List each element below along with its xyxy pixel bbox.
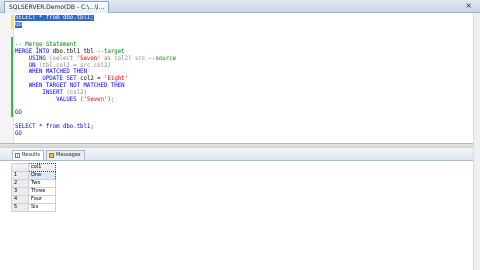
code-line[interactable]	[15, 35, 470, 42]
table-cell[interactable]: Two	[28, 179, 56, 188]
code-token: ('Seven')	[80, 96, 111, 103]
code-token: WHEN MATCHED THEN	[15, 69, 87, 76]
code-line[interactable]: WHEN MATCHED THEN	[15, 69, 470, 76]
code-token: GO	[15, 110, 22, 117]
code-token: GO	[15, 130, 22, 137]
code-token: (col2)	[66, 89, 87, 96]
code-line[interactable]	[15, 117, 470, 124]
unsaved-change-marker	[11, 37, 13, 117]
code-token: SELECT * from dbo.tbl1;	[15, 123, 94, 130]
code-token: SELECT * from dbo.tbl1;	[15, 15, 94, 21]
code-token: ON	[15, 62, 39, 69]
code-line[interactable]: SELECT * from dbo.tbl1;	[15, 15, 470, 22]
code-line[interactable]: USING (select 'Seven' as col2) src --sou…	[15, 56, 470, 63]
grid-header-row: col1	[11, 163, 56, 172]
code-token: as col2) src	[100, 55, 149, 62]
results-tab-strip: Results Messages	[0, 148, 480, 161]
code-line[interactable]: GO	[15, 21, 470, 29]
tab-messages-label: Messages	[56, 152, 81, 158]
code-token: --source	[148, 55, 176, 62]
code-token: ;	[110, 96, 115, 103]
code-line[interactable]: MERGE INTO dbo.tbl1 tbl --target	[15, 49, 470, 56]
table-cell[interactable]: One	[28, 171, 56, 180]
document-tab-bar: SQLSERVER.Demo(DB - C:\...\l... ×	[0, 0, 480, 13]
row-number-cell[interactable]: 3	[11, 187, 29, 196]
code-token: -- Merge Statement	[15, 42, 77, 49]
table-row[interactable]: 3 Three	[11, 187, 56, 196]
row-number-cell[interactable]: 1	[11, 171, 29, 180]
document-tab[interactable]: SQLSERVER.Demo(DB - C:\...\l...	[4, 1, 110, 13]
tab-results-label: Results	[22, 152, 41, 158]
code-line[interactable]: GO	[15, 131, 470, 138]
code-line[interactable]: INSERT (col2)	[15, 90, 470, 97]
code-token: (tbl.col2 = src.col2)	[38, 62, 111, 69]
code-token: VALUES	[15, 96, 81, 103]
messages-icon	[49, 153, 54, 158]
results-pane: Results Messages col1 1 One 2 Two 3 Three 4 Fou…	[0, 148, 480, 270]
code-token: 'Eight'	[104, 76, 129, 83]
vertical-scrollbar[interactable]	[473, 13, 480, 270]
code-line[interactable]: UPDATE SET col2 = 'Eight'	[15, 76, 470, 83]
code-line[interactable]	[15, 103, 470, 110]
code-line[interactable]: VALUES ('Seven');	[15, 97, 470, 104]
row-number-cell[interactable]: 4	[11, 195, 29, 204]
code-line[interactable]: WHEN TARGET NOT MATCHED THEN	[15, 83, 470, 90]
code-token: GO	[15, 21, 22, 28]
table-cell[interactable]: Six	[28, 203, 56, 212]
code-line[interactable]: -- Merge Statement	[15, 42, 470, 49]
code-line[interactable]: ON (tbl.col2 = src.col2)	[15, 63, 470, 70]
table-row[interactable]: 5 Six	[11, 203, 56, 212]
table-row[interactable]: 4 Four	[11, 195, 56, 204]
code-token: --target	[97, 48, 125, 55]
code-token: WHEN TARGET NOT MATCHED THEN	[15, 82, 125, 89]
code-token: dbo.tbl1 tbl	[52, 48, 98, 55]
query-editor[interactable]: SELECT * from dbo.tbl1; GO -- Merge Statem…	[0, 13, 480, 143]
results-grid[interactable]: col1 1 One 2 Two 3 Three 4 Four 5 Six	[11, 163, 56, 212]
tab-results[interactable]: Results	[12, 150, 45, 160]
grid-icon	[15, 153, 20, 158]
close-icon[interactable]: ×	[465, 0, 472, 11]
code-line[interactable]: SELECT * from dbo.tbl1;	[15, 124, 470, 131]
row-number-cell[interactable]: 5	[11, 203, 29, 212]
code-line[interactable]: GO	[15, 110, 470, 117]
table-row[interactable]: 1 One	[11, 171, 56, 180]
table-cell[interactable]: Four	[28, 195, 56, 204]
code-token: UPDATE SET	[15, 76, 81, 83]
code-token: INSERT	[15, 89, 67, 96]
code-token: (select	[49, 55, 77, 62]
grid-corner-cell[interactable]	[11, 163, 29, 172]
table-row[interactable]: 2 Two	[11, 179, 56, 188]
tab-messages[interactable]: Messages	[46, 150, 85, 160]
table-cell[interactable]: Three	[28, 187, 56, 196]
row-number-cell[interactable]: 2	[11, 179, 29, 188]
code-line[interactable]	[15, 29, 470, 36]
column-header-col1[interactable]: col1	[28, 163, 56, 172]
code-token: col2 =	[80, 76, 105, 83]
code-token: 'Seven'	[76, 55, 101, 62]
code-token: MERGE INTO	[15, 48, 53, 55]
saved-change-marker	[11, 15, 13, 29]
code-token: USING	[15, 55, 50, 62]
code-lines[interactable]: SELECT * from dbo.tbl1; GO -- Merge Statem…	[15, 15, 470, 137]
